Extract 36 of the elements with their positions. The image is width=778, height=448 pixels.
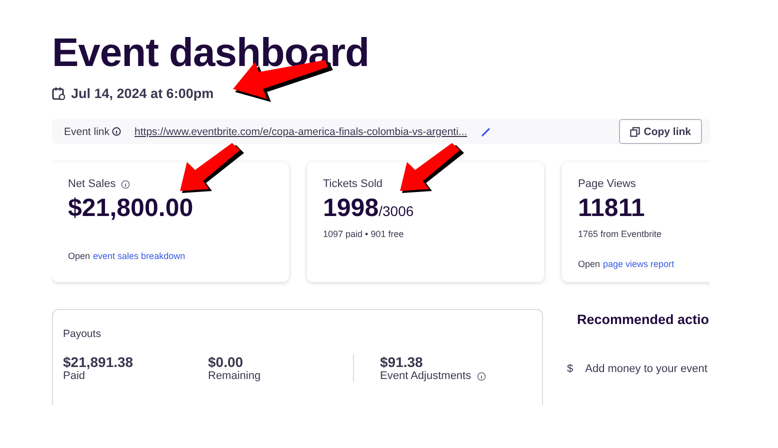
copy-link-button[interactable]: Copy link: [618, 119, 702, 144]
payout-label: Event Adjustments: [380, 370, 472, 382]
stat-value: 11811: [578, 194, 645, 223]
stat-value: 1998: [323, 194, 379, 223]
event-link-label: Event link: [64, 126, 110, 138]
card-title: Page Views: [578, 178, 636, 190]
report-link[interactable]: event sales breakdown: [93, 251, 186, 261]
payout-amount: $91.38: [380, 354, 424, 370]
event-url-link[interactable]: https://www.eventbrite.com/e/copa-america-finals-colombia-vs-argenti...: [134, 126, 468, 138]
payout-amount: $21,891.38: [63, 354, 134, 370]
annotation-arrow: [400, 143, 466, 195]
stat-detail: 1765 from Eventbrite: [578, 229, 663, 239]
card-title: Tickets Sold: [323, 178, 383, 190]
page-title: Event dashboard: [52, 30, 370, 76]
copy-icon: [630, 126, 640, 136]
pencil-icon[interactable]: [481, 126, 492, 136]
info-icon: [112, 127, 121, 136]
dollar-icon: $: [567, 363, 574, 375]
open-text: Open: [68, 251, 90, 261]
payout-label: Paid: [63, 370, 86, 382]
info-icon: [120, 180, 130, 188]
payouts-title: Payouts: [63, 328, 101, 340]
payout-label: Remaining: [208, 370, 261, 382]
info-icon: [477, 372, 486, 380]
event-date: Jul 14, 2024 at 6:00pm: [71, 86, 214, 101]
stat-detail: 1097 paid • 901 free: [323, 229, 405, 239]
payout-amount: $0.00: [208, 354, 244, 370]
open-text: Open: [578, 259, 600, 269]
annotation-arrow: [180, 143, 246, 195]
section-title: Recommended actio: [577, 312, 710, 327]
recommendation-text: Add money to your event: [585, 363, 708, 375]
calendar-icon: [52, 87, 65, 100]
card-title: Net Sales: [68, 178, 116, 190]
stat-total: /3006: [378, 203, 414, 219]
report-link[interactable]: page views report: [603, 259, 674, 269]
stat-value: $21,800.00: [68, 194, 194, 223]
